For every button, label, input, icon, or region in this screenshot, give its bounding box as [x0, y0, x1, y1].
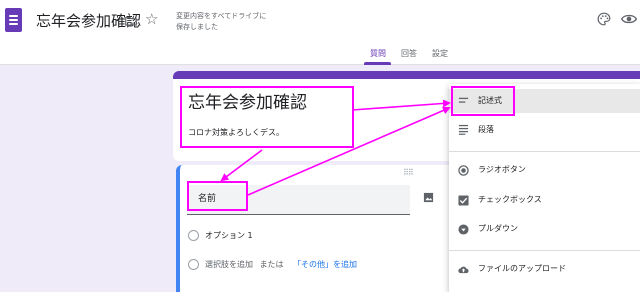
add-option-label[interactable]: 選択肢を追加 [205, 260, 253, 269]
save-status-line2: 保存しました [176, 23, 218, 31]
annotation-box-form-header [180, 86, 354, 148]
palette-icon[interactable] [597, 12, 611, 26]
radio-icon [188, 230, 199, 241]
menu-label-radio: ラジオボタン [478, 165, 526, 174]
tab-responses[interactable]: 回答 [401, 49, 417, 59]
option-1-label[interactable]: オプション 1 [205, 231, 253, 241]
checkbox-icon [458, 195, 469, 206]
dropdown-icon [458, 224, 469, 235]
menu-divider [449, 151, 640, 152]
tab-questions[interactable]: 質問 [370, 49, 386, 59]
tabs-bar [0, 45, 640, 65]
annotation-box-question-title [187, 181, 248, 211]
add-image-icon[interactable] [423, 192, 434, 203]
menu-divider [449, 250, 640, 251]
menu-label-checkbox: チェックボックス [478, 195, 542, 204]
preview-eye-icon[interactable] [621, 13, 637, 25]
folder-icon[interactable] [124, 14, 138, 28]
star-icon[interactable]: ☆ [145, 12, 158, 27]
menu-label-dropdown: プルダウン [478, 224, 518, 233]
drag-handle-icon[interactable]: ⠿⠿ [403, 169, 415, 177]
add-other-link[interactable]: 「その他」を追加 [293, 260, 357, 270]
active-tab-indicator [364, 62, 391, 65]
save-status: 変更内容をすべてドライブに 保存しました [176, 11, 286, 33]
annotation-box-short-answer [451, 86, 515, 116]
radio-icon [188, 259, 199, 270]
menu-label-paragraph: 段落 [478, 125, 494, 134]
add-option-link[interactable]: 選択肢を追加 または [205, 260, 284, 270]
tab-settings[interactable]: 設定 [432, 49, 448, 59]
save-status-line1: 変更内容をすべてドライブに [176, 12, 267, 20]
cloud-upload-icon [458, 266, 469, 274]
menu-label-file-upload: ファイルのアップロード [478, 264, 566, 273]
radio-button-icon [458, 165, 469, 176]
or-text: または [259, 260, 284, 269]
paragraph-icon [458, 124, 469, 135]
forms-app-icon[interactable] [5, 8, 22, 32]
